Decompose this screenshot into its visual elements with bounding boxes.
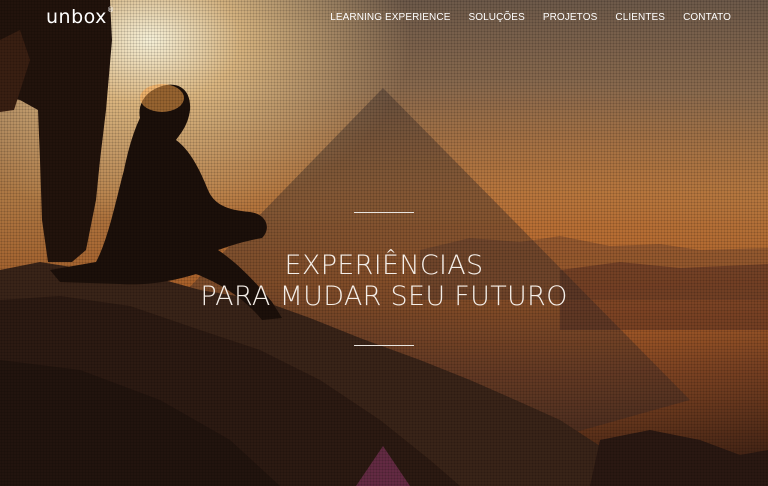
- unbox-logo[interactable]: unbox®: [46, 6, 114, 28]
- hero-photo: [0, 0, 768, 486]
- hero-headline: EXPERIÊNCIAS PARA MUDAR SEU FUTURO: [0, 250, 768, 312]
- main-nav: LEARNING EXPERIENCE SOLUÇÕES PROJETOS CL…: [330, 12, 731, 23]
- headline-line-1: EXPERIÊNCIAS: [284, 250, 484, 281]
- nav-solucoes[interactable]: SOLUÇÕES: [468, 12, 524, 23]
- divider-top: [354, 212, 414, 213]
- headline-line-2: PARA MUDAR SEU FUTURO: [200, 281, 568, 312]
- divider-bottom: [354, 345, 414, 346]
- nav-learning-experience[interactable]: LEARNING EXPERIENCE: [330, 12, 450, 23]
- nav-clientes[interactable]: CLIENTES: [615, 12, 665, 23]
- nav-contato[interactable]: CONTATO: [683, 12, 731, 23]
- hero-background: [0, 0, 768, 486]
- nav-projetos[interactable]: PROJETOS: [543, 12, 598, 23]
- site-header: unbox® LEARNING EXPERIENCE SOLUÇÕES PROJ…: [0, 0, 768, 36]
